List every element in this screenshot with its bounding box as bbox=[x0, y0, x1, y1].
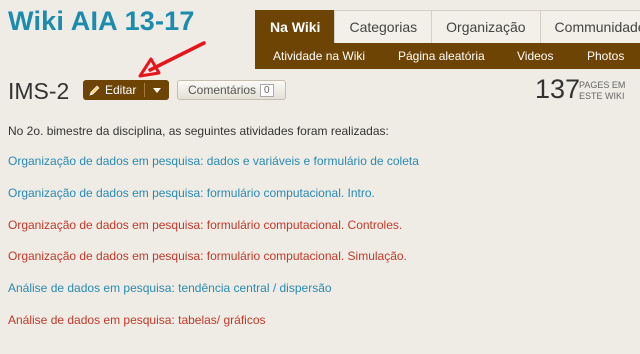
subnav-pagina-aleatoria[interactable]: Página aleatória bbox=[398, 49, 485, 63]
comments-count: 0 bbox=[260, 83, 274, 97]
subnav-photos[interactable]: Photos bbox=[587, 49, 624, 63]
tab-communidade[interactable]: Communidade bbox=[539, 10, 640, 43]
page-count: 137 bbox=[535, 74, 581, 104]
content-link-5[interactable]: Análise de dados em pesquisa: tendência … bbox=[8, 281, 332, 295]
page-title: IMS-2 bbox=[8, 78, 70, 104]
subnav-videos[interactable]: Videos bbox=[517, 49, 553, 63]
content-link-6[interactable]: Análise de dados em pesquisa: tabelas/ g… bbox=[8, 313, 266, 327]
edit-button[interactable]: Editar bbox=[83, 80, 169, 100]
edit-label: Editar bbox=[105, 83, 137, 97]
content-link-2[interactable]: Organização de dados em pesquisa: formul… bbox=[8, 186, 375, 200]
intro-text: No 2o. bimestre da disciplina, as seguin… bbox=[8, 124, 389, 138]
edit-dropdown-button[interactable] bbox=[145, 80, 169, 100]
tab-organizacao[interactable]: Organização bbox=[431, 10, 540, 43]
content-link-3[interactable]: Organização de dados em pesquisa: formul… bbox=[8, 218, 402, 232]
comments-label: Comentários bbox=[188, 83, 257, 97]
tab-na-wiki[interactable]: Na Wiki bbox=[255, 10, 335, 43]
chevron-down-icon bbox=[153, 87, 161, 93]
tab-categorias[interactable]: Categorias bbox=[334, 10, 432, 43]
edit-main-button[interactable]: Editar bbox=[83, 80, 144, 100]
main-nav: Na Wiki Categorias Organização Communida… bbox=[255, 10, 640, 43]
content-link-4[interactable]: Organização de dados em pesquisa: formul… bbox=[8, 249, 407, 263]
wiki-title[interactable]: Wiki AIA 13-17 bbox=[8, 6, 195, 37]
comments-button[interactable]: Comentários 0 bbox=[177, 80, 286, 100]
subnav-bar: Atividade na Wiki Página aleatória Video… bbox=[255, 43, 640, 69]
content-link-1[interactable]: Organização de dados em pesquisa: dados … bbox=[8, 154, 419, 168]
subnav-atividade[interactable]: Atividade na Wiki bbox=[273, 49, 365, 63]
page-count-label: PAGES EM ESTE WIKI bbox=[579, 80, 626, 101]
pencil-icon bbox=[89, 85, 100, 95]
